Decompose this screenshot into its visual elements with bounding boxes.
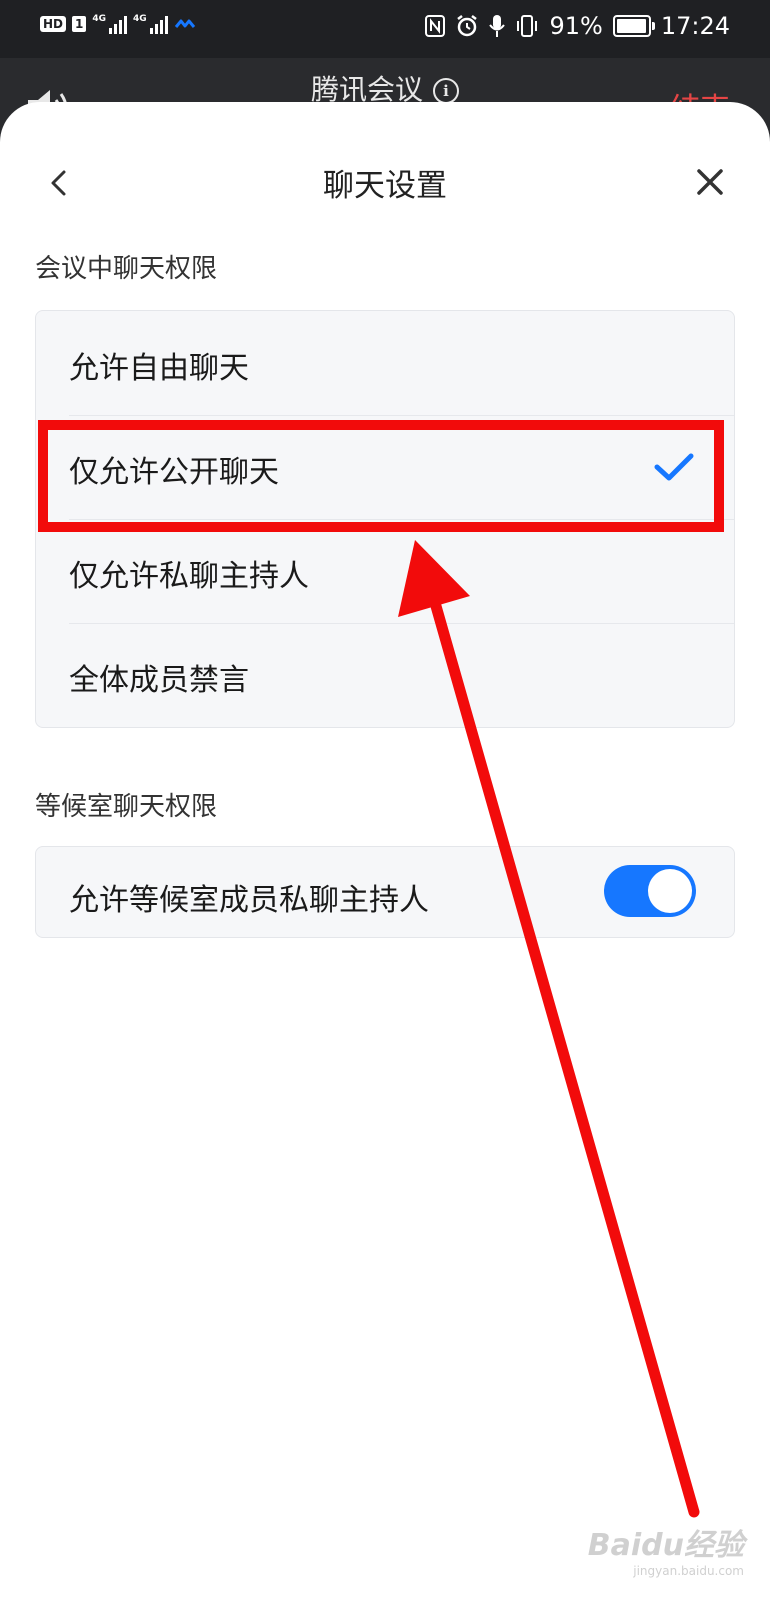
red-arrow-annotation	[398, 540, 700, 1518]
